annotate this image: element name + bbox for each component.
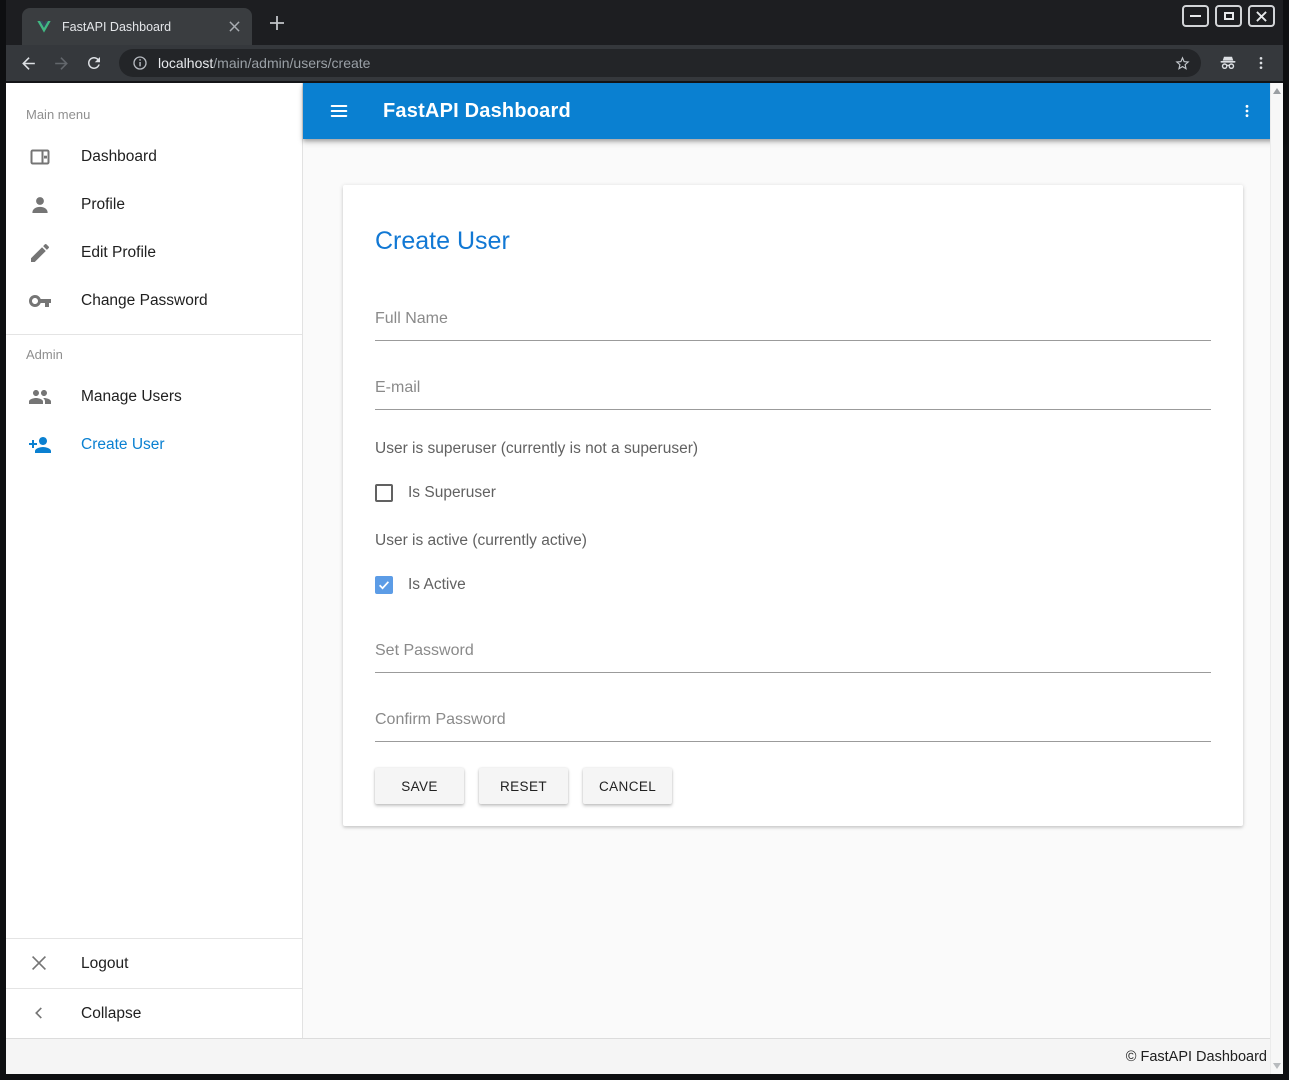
sidebar-item-label: Create User [81, 436, 165, 454]
appbar-title: FastAPI Dashboard [383, 100, 571, 123]
sidebar-item-profile[interactable]: Profile [6, 181, 302, 229]
email-field [375, 375, 1211, 410]
active-hint: User is active (currently active) [375, 532, 1211, 550]
key-icon [28, 289, 52, 313]
is-active-checkbox[interactable]: Is Active [375, 576, 1211, 594]
create-user-card: Create User User is superuser (currently… [343, 185, 1243, 826]
sidebar-section-main-menu: Main menu [6, 95, 302, 133]
page-title: Create User [375, 227, 1211, 256]
sidebar-item-change-password[interactable]: Change Password [6, 277, 302, 325]
close-icon [28, 952, 52, 976]
checkbox-label: Is Superuser [408, 484, 496, 502]
full-name-input[interactable] [375, 306, 1211, 341]
sidebar-item-label: Logout [81, 955, 128, 973]
checkbox-label: Is Active [408, 576, 466, 594]
url-text[interactable]: localhost/main/admin/users/create [158, 55, 1164, 71]
sidebar-item-dashboard[interactable]: Dashboard [6, 133, 302, 181]
scroll-up-arrow-icon[interactable] [1273, 88, 1281, 94]
sidebar-spacer [6, 469, 302, 938]
people-icon [28, 385, 52, 409]
person-add-icon [28, 433, 52, 457]
vertical-scrollbar[interactable] [1270, 83, 1283, 1074]
sidebar-item-label: Manage Users [81, 388, 182, 406]
bookmark-star-icon[interactable] [1174, 55, 1191, 72]
form-actions: SAVE RESET CANCEL [375, 768, 1211, 804]
browser-toolbar: localhost/main/admin/users/create [6, 45, 1283, 83]
person-icon [28, 193, 52, 217]
sidebar-item-collapse[interactable]: Collapse [6, 989, 302, 1038]
sidebar-section-admin: Admin [6, 335, 302, 373]
reload-button[interactable] [84, 53, 104, 73]
dashboard-icon [28, 145, 52, 169]
sidebar-item-label: Edit Profile [81, 244, 156, 262]
sidebar-item-label: Change Password [81, 292, 208, 310]
app-bar: FastAPI Dashboard [303, 83, 1283, 139]
cancel-button[interactable]: CANCEL [583, 768, 672, 804]
maximize-button[interactable] [1215, 5, 1242, 27]
sidebar: Main menu Dashboard Profile [6, 83, 303, 1038]
set-password-field [375, 638, 1211, 673]
chevron-left-icon [28, 1002, 52, 1026]
tab-close-icon[interactable] [226, 19, 242, 35]
confirm-password-field [375, 707, 1211, 742]
hamburger-menu-button[interactable] [325, 97, 353, 125]
sidebar-item-manage-users[interactable]: Manage Users [6, 373, 302, 421]
checkbox-checked-icon[interactable] [375, 576, 393, 594]
scroll-down-arrow-icon[interactable] [1273, 1063, 1281, 1069]
page-info-icon[interactable] [132, 55, 148, 71]
vue-favicon-icon [36, 19, 52, 35]
sidebar-item-label: Collapse [81, 1005, 141, 1023]
save-button[interactable]: SAVE [375, 768, 464, 804]
back-button[interactable] [18, 53, 38, 73]
close-window-button[interactable] [1248, 5, 1275, 27]
reset-button[interactable]: RESET [479, 768, 568, 804]
is-superuser-checkbox[interactable]: Is Superuser [375, 484, 1211, 502]
main-area: FastAPI Dashboard Create User [303, 83, 1283, 1038]
confirm-password-input[interactable] [375, 707, 1211, 742]
browser-window: FastAPI Dashboard [0, 0, 1289, 1080]
address-bar[interactable]: localhost/main/admin/users/create [119, 49, 1201, 77]
page-viewport: Main menu Dashboard Profile [6, 83, 1283, 1074]
appbar-kebab-menu-button[interactable] [1233, 97, 1261, 125]
new-tab-button[interactable] [266, 12, 288, 34]
sidebar-item-edit-profile[interactable]: Edit Profile [6, 229, 302, 277]
page-footer: © FastAPI Dashboard [6, 1038, 1283, 1074]
sidebar-item-create-user[interactable]: Create User [6, 421, 302, 469]
email-input[interactable] [375, 375, 1211, 410]
full-name-field [375, 306, 1211, 341]
tab-title: FastAPI Dashboard [62, 20, 226, 34]
minimize-icon [1190, 15, 1201, 17]
maximize-icon [1224, 12, 1234, 20]
browser-tab[interactable]: FastAPI Dashboard [22, 8, 252, 45]
browser-menu-button[interactable] [1251, 53, 1271, 73]
url-path: /main/admin/users/create [213, 55, 370, 71]
sidebar-item-logout[interactable]: Logout [6, 939, 302, 988]
window-controls [1182, 5, 1275, 27]
sidebar-item-label: Dashboard [81, 148, 157, 166]
set-password-input[interactable] [375, 638, 1211, 673]
incognito-icon [1218, 53, 1238, 73]
page-content: Create User User is superuser (currently… [303, 139, 1283, 1038]
close-window-icon [1256, 11, 1267, 22]
url-host: localhost [158, 55, 213, 71]
sidebar-item-label: Profile [81, 196, 125, 214]
minimize-button[interactable] [1182, 5, 1209, 27]
checkbox-unchecked-icon[interactable] [375, 484, 393, 502]
browser-titlebar: FastAPI Dashboard [6, 0, 1283, 45]
pencil-icon [28, 241, 52, 265]
copyright-text: © FastAPI Dashboard [1126, 1049, 1267, 1065]
superuser-hint: User is superuser (currently is not a su… [375, 440, 1211, 458]
forward-button[interactable] [51, 53, 71, 73]
